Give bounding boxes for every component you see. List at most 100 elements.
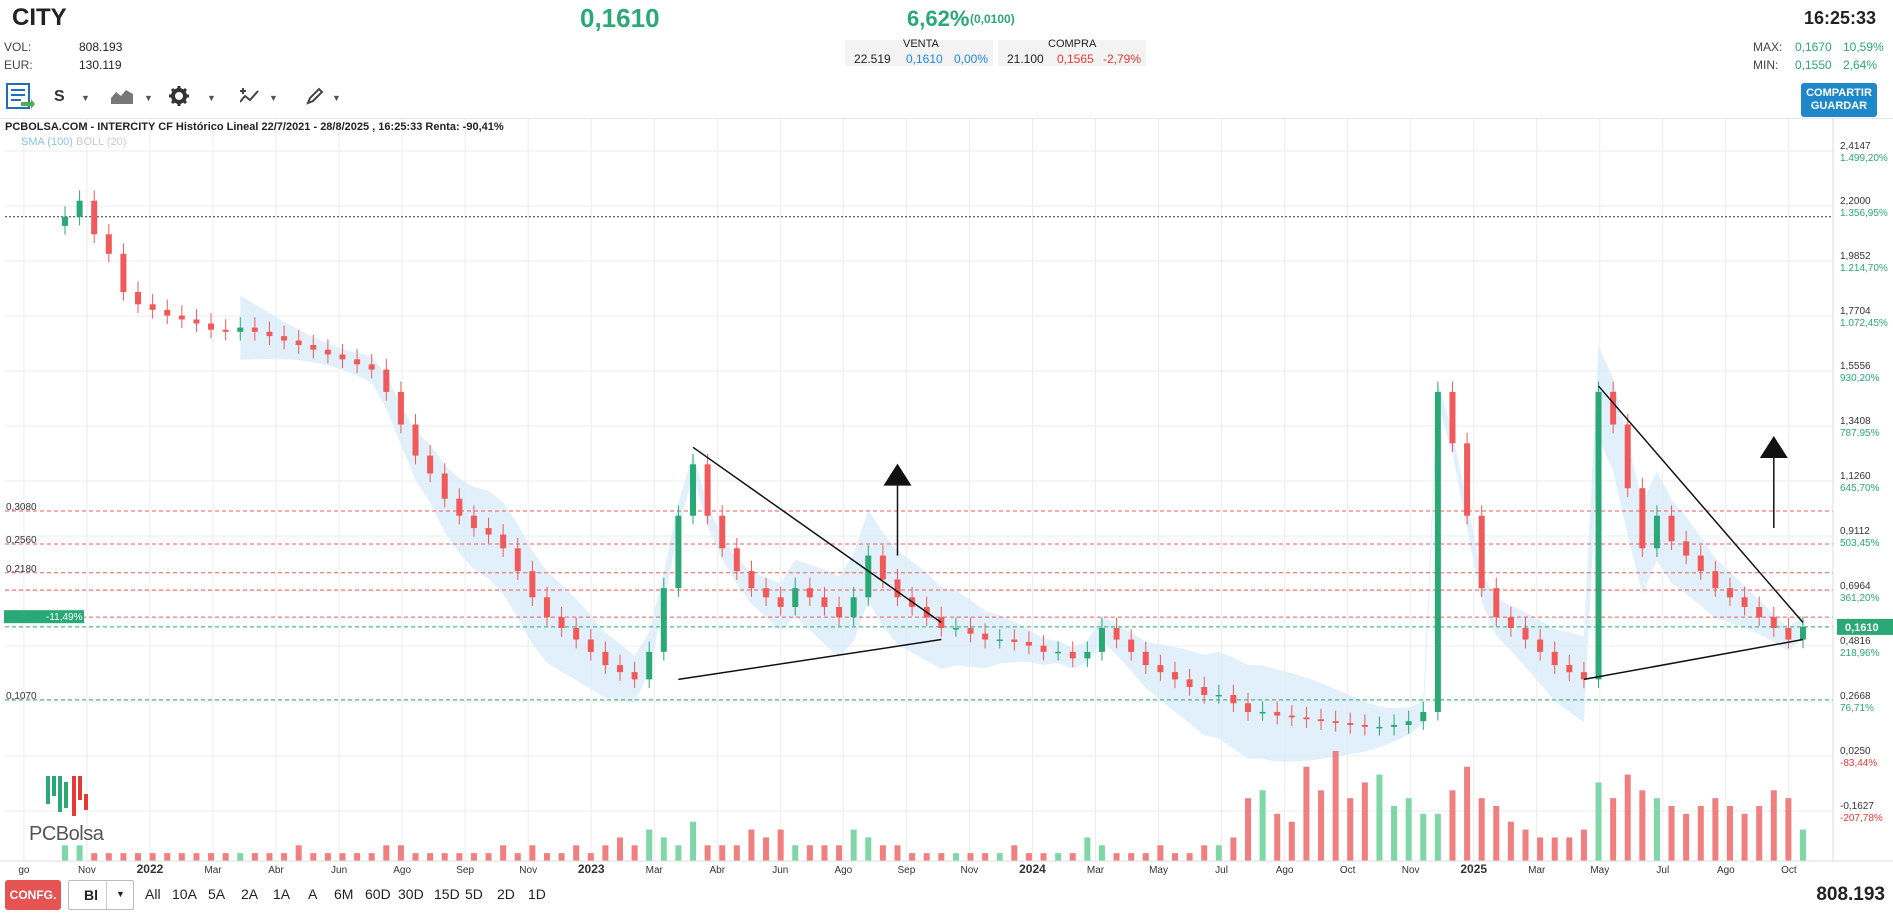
volume-bar: [616, 837, 623, 861]
period-button-all[interactable]: All: [145, 886, 161, 902]
period-button-15d[interactable]: 15D: [434, 886, 460, 902]
venta-pct: 0,00%: [954, 52, 989, 66]
volume-bar: [383, 845, 390, 861]
volume-bar: [1464, 766, 1471, 861]
candle: [1318, 719, 1325, 722]
x-axis-label: Abr: [710, 865, 726, 875]
sma-legend[interactable]: SMA (100): [21, 136, 73, 148]
price-axis-label: 0,6964: [1840, 581, 1871, 592]
period-button-10a[interactable]: 10A: [172, 886, 197, 902]
percent-axis-label: 1.499,20%: [1840, 153, 1888, 164]
period-button-60d[interactable]: 60D: [365, 886, 391, 902]
x-axis-label: Oct: [1340, 865, 1356, 875]
period-button-30d[interactable]: 30D: [398, 886, 424, 902]
period-button-5a[interactable]: 5A: [208, 886, 225, 902]
percent-axis-label: 1.214,70%: [1840, 263, 1888, 274]
candle: [1142, 651, 1149, 666]
indicator-legend[interactable]: SMA (100) BOLL (20): [21, 136, 126, 148]
series-selector[interactable]: S: [54, 88, 65, 106]
share-save-button[interactable]: COMPARTIR GUARDAR: [1801, 83, 1877, 117]
venta-label: VENTA: [903, 38, 939, 50]
candle: [339, 354, 346, 360]
candle: [135, 291, 142, 305]
candle: [792, 588, 799, 607]
volume-bar: [806, 845, 813, 861]
period-button-2a[interactable]: 2A: [241, 886, 258, 902]
volume-bar: [690, 821, 697, 861]
volume-bar: [967, 853, 974, 861]
candle: [865, 555, 872, 598]
config-button[interactable]: CONFG.: [5, 880, 61, 910]
volume-bar: [1215, 845, 1222, 861]
volume-bar: [1069, 853, 1076, 861]
candle: [1566, 665, 1573, 673]
period-button-6m[interactable]: 6M: [334, 886, 353, 902]
volume-bar: [208, 853, 215, 861]
volume-bar: [266, 853, 273, 861]
volume-bar: [1142, 853, 1149, 861]
candle: [1303, 717, 1310, 720]
volume-bar: [1040, 853, 1047, 861]
volume-bar: [1128, 853, 1135, 861]
change-percent: 6,62%: [907, 6, 970, 31]
price-axis-label: 1,7704: [1840, 306, 1871, 317]
candle: [690, 464, 697, 516]
candle: [616, 665, 623, 673]
volume-bar: [1420, 813, 1427, 861]
price-axis-label: 1,3408: [1840, 416, 1871, 427]
price-chart[interactable]: 2,41471.499,20% 2,20001.356,95% 1,98521.21…: [0, 119, 1893, 875]
volume-bar: [397, 845, 404, 861]
period-button-5d[interactable]: 5D: [465, 886, 483, 902]
price-axis-label: 0,4816: [1840, 636, 1871, 647]
drawing-icon[interactable]: [306, 87, 324, 110]
volume-bar: [1785, 798, 1792, 861]
volume-bar: [1274, 813, 1281, 861]
volume-bar: [485, 853, 492, 861]
chevron-down-icon[interactable]: ▼: [269, 93, 278, 103]
scale-select[interactable]: Bl ▼: [68, 880, 134, 910]
boll-legend[interactable]: BOLL (20): [76, 136, 126, 148]
volume-bar: [1697, 806, 1704, 861]
price-axis-label: 2,2000: [1840, 196, 1871, 207]
volume-bar: [996, 853, 1003, 861]
period-button-1a[interactable]: 1A: [273, 886, 290, 902]
candle: [1668, 515, 1675, 542]
chevron-down-icon[interactable]: ▼: [116, 889, 125, 899]
volume-bar: [91, 853, 98, 861]
volume-bar: [1566, 837, 1573, 861]
candle: [1215, 694, 1222, 697]
chevron-down-icon[interactable]: ▼: [144, 93, 153, 103]
min-pct: 2,64%: [1843, 58, 1878, 72]
percent-axis-label: 1.356,95%: [1840, 208, 1888, 219]
chevron-down-icon[interactable]: ▼: [207, 93, 216, 103]
candle: [1069, 651, 1076, 659]
candle: [1741, 597, 1748, 607]
volume-bar: [412, 853, 419, 861]
chevron-down-icon[interactable]: ▼: [332, 93, 341, 103]
candle: [1230, 694, 1237, 704]
candle: [1274, 711, 1281, 716]
candle: [938, 617, 945, 629]
level-label: 0,2560: [6, 535, 37, 546]
candle: [1595, 391, 1602, 680]
volume-bar: [894, 845, 901, 861]
volume-bar: [1610, 798, 1617, 861]
report-icon[interactable]: [5, 82, 35, 117]
volume-bar: [938, 853, 945, 861]
ticker-symbol: CITY: [12, 4, 67, 31]
candle: [470, 515, 477, 529]
volume-bar: [368, 853, 375, 861]
candle: [251, 327, 258, 332]
x-axis-label: 2024: [1019, 862, 1046, 875]
indicators-icon[interactable]: [239, 88, 260, 111]
chart-type-icon[interactable]: [111, 88, 133, 109]
chevron-down-icon[interactable]: ▼: [81, 93, 90, 103]
period-button-1d[interactable]: 1D: [528, 886, 546, 902]
x-axis-label: Sep: [897, 865, 915, 875]
period-button-2d[interactable]: 2D: [497, 886, 515, 902]
period-button-a[interactable]: A: [308, 886, 317, 902]
volume-bar: [923, 853, 930, 861]
candle: [1697, 555, 1704, 572]
volume-bar: [748, 829, 755, 861]
gear-icon[interactable]: [169, 86, 189, 111]
